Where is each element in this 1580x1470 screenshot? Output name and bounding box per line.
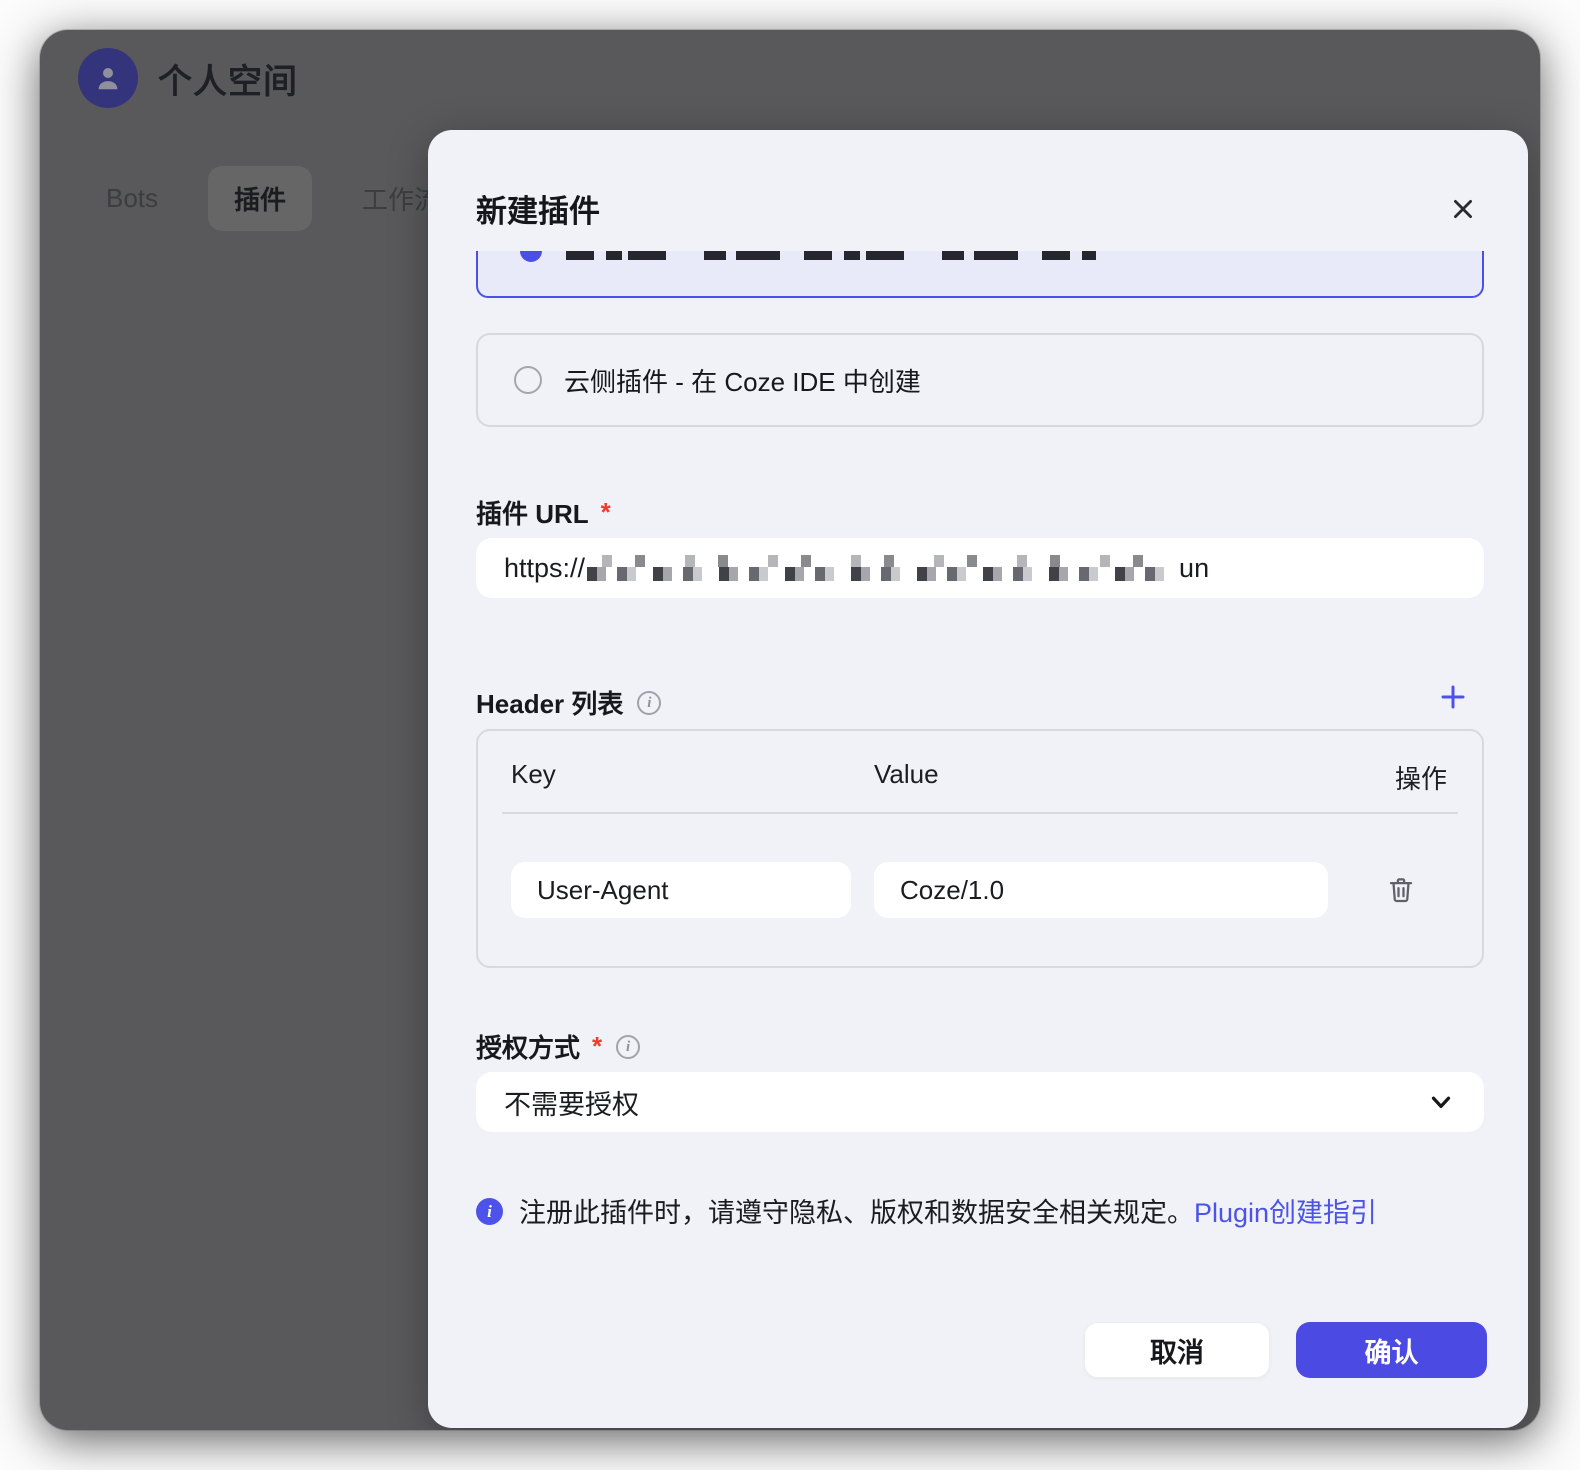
chevron-down-icon (1426, 1087, 1456, 1117)
tab-plugins[interactable]: 插件 (208, 166, 312, 231)
add-header-button[interactable] (1438, 682, 1468, 712)
note-text: 注册此插件时，请遵守隐私、版权和数据安全相关规定。 (519, 1198, 1194, 1228)
trash-icon (1386, 875, 1416, 905)
tab-bots[interactable]: Bots (80, 169, 184, 228)
page-title: 个人空间 (158, 54, 298, 103)
header-list-table: Key Value 操作 User-Agent Coze/1.0 (476, 729, 1484, 968)
plugin-url-input[interactable]: https:// un (476, 538, 1484, 598)
new-plugin-modal: 新建插件 云侧插件 - 在 Coze IDE 中创建 插件 URL * http… (428, 130, 1528, 1428)
modal-title: 新建插件 (476, 186, 600, 231)
auth-label: 授权方式 (476, 1028, 580, 1065)
column-header-value: Value (874, 759, 1387, 796)
delete-header-button[interactable] (1386, 875, 1416, 905)
option-label: 云侧插件 - 在 Coze IDE 中创建 (564, 362, 921, 399)
header-value-input[interactable]: Coze/1.0 (874, 862, 1328, 918)
redacted-url-text (587, 555, 1177, 581)
table-divider (502, 812, 1458, 814)
url-prefix: https:// (504, 553, 585, 584)
radio-selected-icon (520, 251, 542, 262)
cancel-button[interactable]: 取消 (1084, 1322, 1270, 1378)
radio-option-selected-clipped[interactable] (476, 251, 1484, 298)
plus-icon (1438, 682, 1468, 712)
workspace-header: 个人空间 (78, 48, 298, 108)
confirm-button[interactable]: 确认 (1296, 1322, 1487, 1378)
compliance-note: i 注册此插件时，请遵守隐私、版权和数据安全相关规定。Plugin创建指引 (476, 1196, 1377, 1230)
required-asterisk: * (601, 497, 611, 528)
tab-bar: Bots 插件 工作流 (80, 166, 466, 231)
header-key-input[interactable]: User-Agent (511, 862, 851, 918)
auth-label-row: 授权方式 * i (476, 1028, 640, 1065)
radio-unselected-icon (514, 366, 542, 394)
table-header-row: Key Value 操作 (511, 759, 1447, 796)
workspace-avatar[interactable] (78, 48, 138, 108)
plugin-url-label: 插件 URL (476, 494, 589, 531)
modal-header: 新建插件 (476, 186, 1480, 231)
plugin-url-label-row: 插件 URL * (476, 494, 611, 531)
auth-method-select[interactable]: 不需要授权 (476, 1072, 1484, 1132)
info-icon[interactable]: i (616, 1035, 640, 1059)
url-suffix: un (1179, 553, 1209, 584)
column-header-key: Key (511, 759, 874, 796)
header-list-label: Header 列表 (476, 684, 623, 721)
redacted-option-text (566, 251, 1096, 260)
person-icon (93, 63, 123, 93)
app-window: 个人空间 Bots 插件 工作流 新建插件 云侧插件 - 在 Coze IDE … (40, 30, 1540, 1430)
required-asterisk: * (592, 1031, 602, 1062)
header-list-label-row: Header 列表 i (476, 684, 661, 721)
info-filled-icon: i (476, 1198, 503, 1225)
info-icon[interactable]: i (637, 691, 661, 715)
radio-option-cloud-ide[interactable]: 云侧插件 - 在 Coze IDE 中创建 (476, 333, 1484, 427)
close-button[interactable] (1446, 192, 1480, 226)
column-header-action: 操作 (1387, 759, 1447, 796)
plugin-guide-link[interactable]: Plugin创建指引 (1194, 1198, 1377, 1228)
modal-footer: 取消 确认 (1084, 1322, 1487, 1378)
auth-selected-value: 不需要授权 (504, 1083, 639, 1122)
close-icon (1450, 196, 1476, 222)
